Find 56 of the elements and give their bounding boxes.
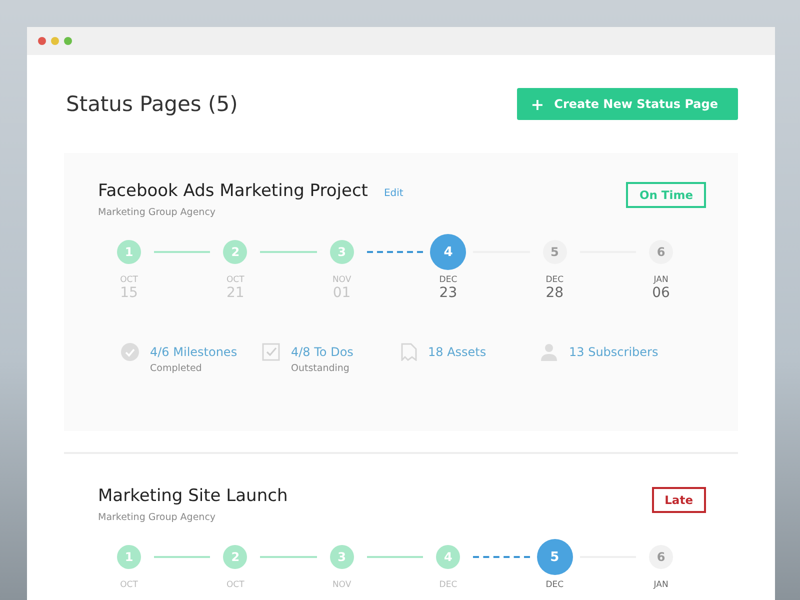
document-icon (401, 343, 417, 361)
project-name: Marketing Site Launch (98, 486, 288, 506)
milestone-circle[interactable]: 3 (330, 545, 354, 569)
stat-link[interactable]: 4/6 Milestones (150, 345, 238, 359)
maximize-dot-icon[interactable] (64, 37, 72, 45)
milestone-circle[interactable]: 1 (117, 240, 141, 264)
milestone-month: NOV (332, 275, 352, 285)
milestone-month: JAN (654, 580, 668, 590)
checkbox-icon (262, 343, 280, 361)
milestone-circle[interactable]: 6 (649, 545, 674, 569)
milestone-circle[interactable]: 2 (223, 240, 248, 264)
milestone-day: 23 (439, 285, 458, 301)
milestone-circle[interactable]: 3 (330, 240, 354, 264)
agency-name: Marketing Group Agency (98, 207, 217, 218)
milestone-month: NOV (332, 580, 352, 590)
milestone-circle[interactable]: 4 (436, 545, 460, 569)
connector-line (366, 251, 424, 253)
connector-line (154, 251, 210, 253)
status-badge: Late (652, 487, 706, 513)
project-name: Facebook Ads Marketing Project (98, 181, 368, 201)
milestone-day: 06 (652, 285, 670, 301)
stat-link[interactable]: 13 Subscribers (569, 345, 658, 359)
milestone-month: DEC (439, 580, 458, 590)
milestone-month: JAN (654, 275, 668, 285)
milestone-month: OCT (120, 580, 138, 590)
close-dot-icon[interactable] (38, 37, 46, 45)
stat-link[interactable]: 4/8 To Dos (291, 345, 354, 359)
milestone-month: OCT (226, 275, 244, 285)
connector-line (260, 556, 317, 558)
milestone-circle[interactable]: 4 (430, 234, 466, 270)
milestone-month: DEC (546, 275, 564, 285)
milestone-month: OCT (226, 580, 244, 590)
stat-link[interactable]: 18 Assets (428, 345, 486, 359)
connector-line (473, 556, 530, 558)
create-status-page-button[interactable]: + Create New Status Page (516, 88, 738, 120)
status-badge: On Time (626, 182, 706, 208)
stat-caption: Outstanding (291, 363, 350, 374)
check-circle-icon (121, 343, 139, 361)
milestone-circle[interactable]: 5 (542, 240, 567, 264)
agency-name: Marketing Group Agency (98, 512, 217, 523)
milestone-circle[interactable]: 2 (223, 545, 248, 569)
milestone-circle[interactable]: 5 (536, 539, 573, 575)
connector-line (366, 556, 424, 558)
page-title: Status Pages (5) (66, 92, 238, 116)
minimize-dot-icon[interactable] (51, 37, 59, 45)
person-icon (540, 343, 558, 361)
milestone-day: 28 (546, 285, 564, 301)
edit-link[interactable]: Edit (384, 188, 404, 199)
stat-caption: Completed (150, 363, 203, 374)
milestone-month: DEC (546, 580, 564, 590)
milestone-month: DEC (439, 275, 458, 285)
milestone-month: OCT (120, 275, 138, 285)
milestone-circle[interactable]: 6 (649, 240, 674, 264)
connector-line (154, 556, 210, 558)
milestone-circle[interactable]: 1 (117, 545, 141, 569)
connector-line (260, 251, 317, 253)
